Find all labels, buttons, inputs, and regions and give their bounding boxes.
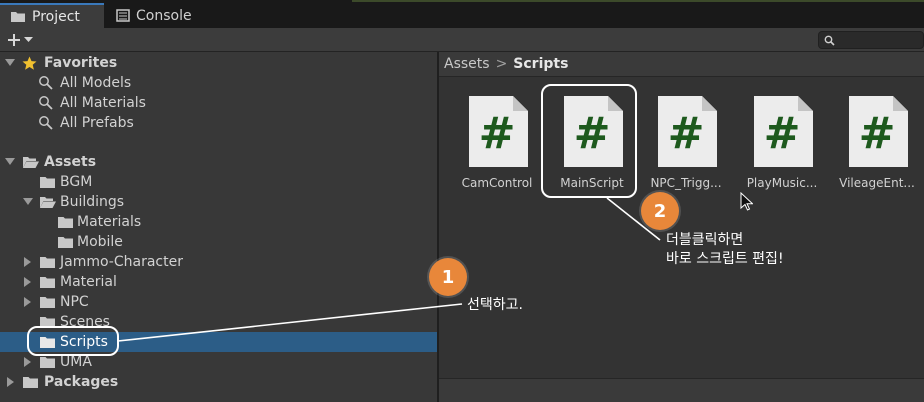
search-icon xyxy=(38,95,54,111)
step-2-note-line2: 바로 스크립트 편집! xyxy=(666,251,784,267)
folder-icon xyxy=(57,216,74,229)
plus-icon xyxy=(8,34,20,46)
search-icon xyxy=(824,35,835,46)
asset-browser-footer xyxy=(439,378,924,402)
folder-open-icon xyxy=(39,195,57,209)
dropdown-arrow-icon xyxy=(24,37,33,42)
console-icon xyxy=(116,9,130,22)
step-2-note-line1: 더블클릭하면 xyxy=(666,232,744,248)
tab-console[interactable]: Console xyxy=(106,3,206,28)
tree-item-label: Jammo-Character xyxy=(60,254,183,270)
folder-icon xyxy=(11,12,25,22)
tree-item-all-materials[interactable]: All Materials xyxy=(0,93,437,113)
asset-name: PlayMusic... xyxy=(746,176,818,190)
tab-project-label: Project xyxy=(32,8,80,25)
tree-item-label: UMA xyxy=(60,354,92,370)
tree-item-label: Material xyxy=(60,274,117,290)
scripts-highlight xyxy=(27,326,119,356)
tree-item-label: All Prefabs xyxy=(60,115,134,131)
tab-strip: Project Console xyxy=(0,0,924,28)
svg-text:#: # xyxy=(479,108,516,159)
tree-folder-bgm[interactable]: BGM xyxy=(0,172,437,192)
tree-item-label: BGM xyxy=(60,174,93,190)
tree-packages[interactable]: Packages xyxy=(0,372,437,392)
folder-icon xyxy=(39,176,56,189)
tree-folder-buildings[interactable]: Buildings xyxy=(0,192,437,212)
csharp-script-icon: # xyxy=(849,96,908,167)
folder-icon xyxy=(39,256,56,269)
folder-icon xyxy=(39,356,56,369)
star-icon xyxy=(22,56,37,71)
collapse-arrow-icon[interactable] xyxy=(22,296,34,308)
asset-name: VileageEnt... xyxy=(839,176,915,190)
tree-packages-label: Packages xyxy=(44,374,119,390)
scene-view-edge xyxy=(352,0,924,2)
asset-tile[interactable]: # CamControl xyxy=(452,96,542,196)
tree-item-label: Materials xyxy=(77,214,142,230)
collapse-arrow-icon[interactable] xyxy=(22,276,34,288)
tree-item-label: All Models xyxy=(60,75,132,91)
tree-item-all-prefabs[interactable]: All Prefabs xyxy=(0,113,437,133)
mainscript-highlight xyxy=(541,84,637,198)
asset-name: CamControl xyxy=(461,176,533,190)
expand-arrow-icon[interactable] xyxy=(4,156,16,168)
tree-folder-jammo-character[interactable]: Jammo-Character xyxy=(0,252,437,272)
tab-console-label: Console xyxy=(136,7,192,24)
expand-arrow-icon[interactable] xyxy=(4,57,16,69)
tree-folder-material[interactable]: Material xyxy=(0,272,437,292)
svg-text:#: # xyxy=(764,108,801,159)
csharp-script-icon: # xyxy=(754,96,813,167)
asset-tile[interactable]: # VileageEnt... xyxy=(832,96,922,196)
breadcrumb-separator: > xyxy=(495,56,508,72)
asset-name: NPC_Trigg... xyxy=(650,176,722,190)
tree-assets[interactable]: Assets xyxy=(0,152,437,172)
folder-icon xyxy=(57,236,74,249)
create-button[interactable] xyxy=(6,29,42,51)
asset-tile[interactable]: # NPC_Trigg... xyxy=(641,96,731,196)
breadcrumb-assets[interactable]: Assets xyxy=(444,56,490,72)
tree-folder-mobile[interactable]: Mobile xyxy=(0,232,437,252)
tree-favorites[interactable]: Favorites xyxy=(0,53,437,73)
step-1-note: 선택하고. xyxy=(467,297,523,313)
csharp-script-icon: # xyxy=(658,96,717,167)
folder-icon xyxy=(39,296,56,309)
step-1-badge: 1 xyxy=(429,258,467,296)
asset-browser: Assets > Scripts # CamControl # MainScri… xyxy=(439,52,924,402)
svg-text:#: # xyxy=(668,108,705,159)
project-toolbar xyxy=(0,28,924,52)
collapse-arrow-icon[interactable] xyxy=(5,376,17,388)
tree-folder-npc[interactable]: NPC xyxy=(0,292,437,312)
csharp-script-icon: # xyxy=(469,96,528,167)
tree-item-label: All Materials xyxy=(60,95,146,111)
search-icon xyxy=(38,75,54,91)
folder-icon xyxy=(39,276,56,289)
collapse-arrow-icon[interactable] xyxy=(22,356,34,368)
breadcrumb-scripts[interactable]: Scripts xyxy=(513,56,568,72)
breadcrumb: Assets > Scripts xyxy=(439,52,924,77)
step-2-badge: 2 xyxy=(641,192,679,230)
svg-text:#: # xyxy=(859,108,896,159)
tree-item-all-models[interactable]: All Models xyxy=(0,73,437,93)
tab-project[interactable]: Project xyxy=(0,3,104,28)
asset-tile[interactable]: # PlayMusic... xyxy=(737,96,827,196)
tree-item-label: Mobile xyxy=(77,234,123,250)
collapse-arrow-icon[interactable] xyxy=(22,256,34,268)
expand-arrow-icon[interactable] xyxy=(22,196,34,208)
search-icon xyxy=(38,115,54,131)
tree-item-label: Buildings xyxy=(60,194,125,210)
tree-assets-label: Assets xyxy=(44,154,97,170)
search-input[interactable] xyxy=(818,31,924,49)
folder-icon xyxy=(22,376,39,389)
tree-favorites-label: Favorites xyxy=(44,55,118,71)
tree-item-label: NPC xyxy=(60,294,89,310)
mouse-cursor-icon xyxy=(740,192,753,211)
folder-open-icon xyxy=(22,155,40,169)
tree-folder-materials[interactable]: Materials xyxy=(0,212,437,232)
